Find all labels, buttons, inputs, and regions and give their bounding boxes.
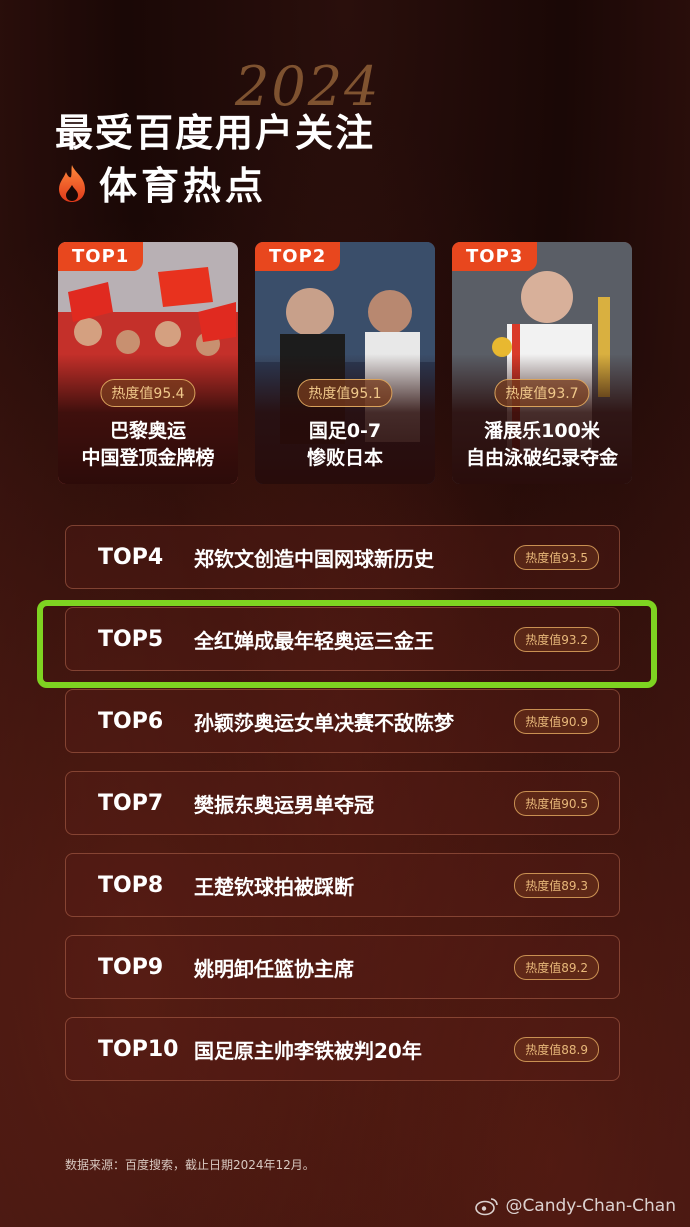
list-item[interactable]: TOP4 郑钦文创造中国网球新历史 热度值93.5 [65,525,620,589]
list-item[interactable]: TOP8 王楚钦球拍被踩断 热度值89.3 [65,853,620,917]
rank-tag: TOP3 [452,242,538,271]
list-item[interactable]: TOP6 孙颖莎奥运女单决赛不敌陈梦 热度值90.9 [65,689,620,753]
heat-badge: 热度值89.2 [514,954,599,980]
top-card-3[interactable]: TOP3 热度值93.7 潘展乐100米 自由泳破纪录夺金 [452,242,632,484]
top-card-1[interactable]: TOP1 热度值95.4 巴黎奥运 中国登顶金牌榜 [58,242,238,484]
list-item[interactable]: TOP9 姚明卸任篮协主席 热度值89.2 [65,935,620,999]
card-title: 国足0-7 惨败日本 [255,418,435,472]
heat-badge: 热度值90.9 [514,708,599,734]
card-title-line2: 中国登顶金牌榜 [81,447,215,469]
watermark-text: @Candy-Chan-Chan [505,1196,676,1216]
card-title-line1: 国足0-7 [308,420,382,442]
card-title-line2: 惨败日本 [306,447,383,469]
flame-icon [59,164,85,202]
rank-tag: TOP1 [58,242,144,271]
rank-label: TOP4 [98,544,164,570]
top3-cards: TOP1 热度值95.4 巴黎奥运 中国登顶金牌榜 TOP2 热度值95.1 国… [58,242,632,484]
list-item[interactable]: TOP10 国足原主帅李铁被判20年 热度值88.9 [65,1017,620,1081]
card-title-line1: 潘展乐100米 [484,420,600,442]
weibo-icon [475,1198,499,1216]
heat-badge: 热度值90.5 [514,790,599,816]
list-item[interactable]: TOP7 樊振东奥运男单夺冠 热度值90.5 [65,771,620,835]
highlight-box [37,600,657,688]
rank-label: TOP7 [98,790,164,816]
topic-label: 王楚钦球拍被踩断 [194,874,354,899]
card-title: 巴黎奥运 中国登顶金牌榜 [58,418,238,472]
heat-badge: 热度值93.7 [494,379,590,407]
topic-label: 郑钦文创造中国网球新历史 [194,546,434,571]
topic-label: 孙颖莎奥运女单决赛不敌陈梦 [194,710,454,735]
rank-label: TOP8 [98,872,164,898]
topic-label: 樊振东奥运男单夺冠 [194,792,374,817]
heat-badge: 热度值88.9 [514,1036,599,1062]
card-title-line2: 自由泳破纪录夺金 [465,447,618,469]
heat-badge: 热度值93.5 [514,544,599,570]
heat-badge: 热度值89.3 [514,872,599,898]
top-card-2[interactable]: TOP2 热度值95.1 国足0-7 惨败日本 [255,242,435,484]
topic-label: 姚明卸任篮协主席 [194,956,354,981]
card-title-line1: 巴黎奥运 [109,420,186,442]
watermark: @Candy-Chan-Chan [475,1196,676,1216]
topic-label: 国足原主帅李铁被判20年 [194,1038,422,1063]
rank-label: TOP9 [98,954,164,980]
heat-badge: 热度值95.4 [100,379,196,407]
card-title: 潘展乐100米 自由泳破纪录夺金 [452,418,632,472]
rank-tag: TOP2 [255,242,341,271]
heat-badge: 热度值95.1 [297,379,393,407]
rank-label: TOP10 [98,1036,179,1062]
page-title: 最受百度用户关注 [55,111,376,155]
page-subtitle: 体育热点 [55,155,267,210]
data-source-note: 数据来源：百度搜索，截止日期2024年12月。 [65,1158,315,1172]
rank-label: TOP6 [98,708,164,734]
subtitle-text: 体育热点 [99,164,268,208]
